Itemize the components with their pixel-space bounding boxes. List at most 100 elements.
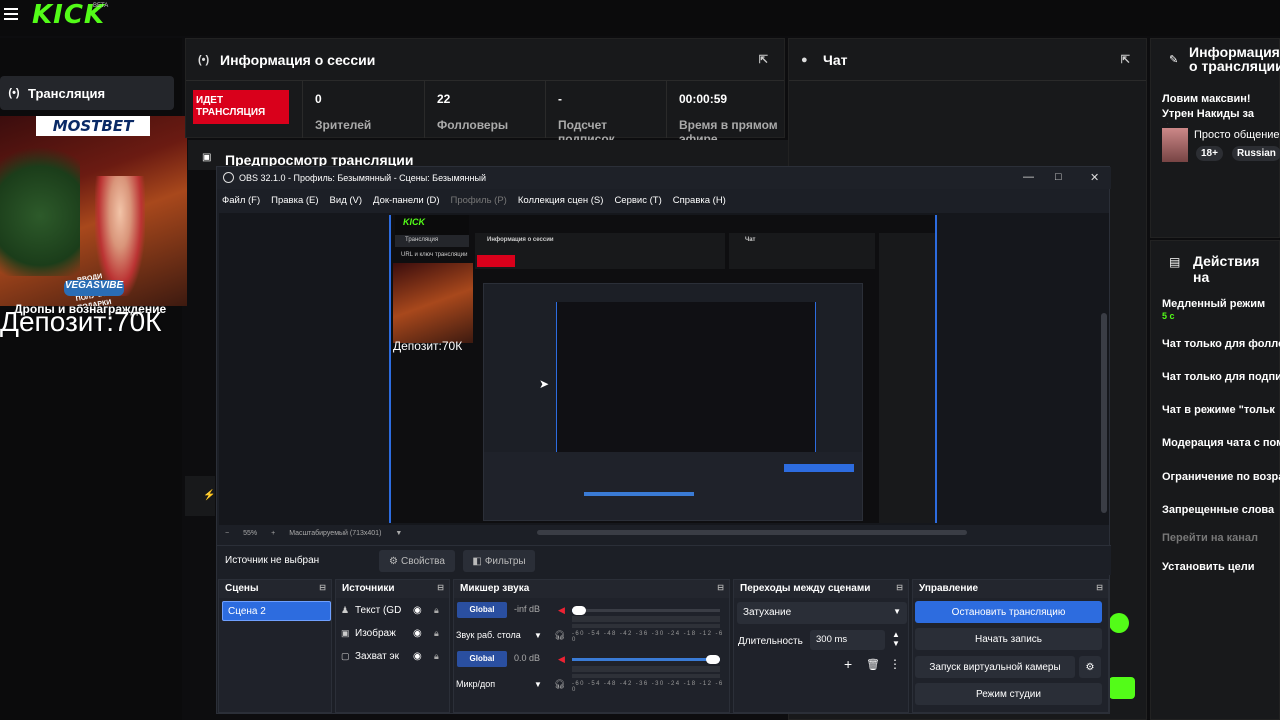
mute-icon[interactable]: ◀ bbox=[558, 605, 565, 616]
dock-title: Сцены bbox=[225, 583, 259, 594]
mod-action-go-to-channel[interactable]: Перейти на канал bbox=[1162, 532, 1258, 544]
lock-icon[interactable]: 🔒︎ bbox=[434, 651, 439, 662]
headphones-icon[interactable]: 🎧︎ bbox=[554, 630, 565, 641]
mod-action-age-limit[interactable]: Ограничение по возра bbox=[1162, 471, 1280, 483]
mod-action-value: 5 с bbox=[1162, 311, 1175, 321]
menu-tools[interactable]: Сервис (T) bbox=[614, 195, 661, 206]
stat-value: - bbox=[558, 92, 562, 106]
menu-docks[interactable]: Док-панели (D) bbox=[373, 195, 439, 206]
volume-slider[interactable] bbox=[572, 655, 720, 664]
source-item-text[interactable]: ♟ Текст (GD ◉ 🔒︎ bbox=[341, 605, 451, 616]
stat-value: 22 bbox=[437, 92, 451, 106]
visibility-eye-icon[interactable]: ◉ bbox=[413, 605, 422, 616]
pencil-icon[interactable]: ✎ bbox=[1169, 53, 1178, 66]
dock-menu-icon[interactable]: ⊟ bbox=[717, 583, 724, 592]
popout-icon[interactable]: ⇱ bbox=[759, 53, 768, 66]
volume-slider-knob[interactable] bbox=[706, 655, 720, 664]
visibility-eye-icon[interactable]: ◉ bbox=[413, 651, 422, 662]
chevron-down-icon: ▼ bbox=[893, 607, 901, 616]
zoom-in-button[interactable]: + bbox=[271, 530, 275, 537]
scene-item-selected[interactable]: Сцена 2 bbox=[222, 601, 331, 621]
image-icon: ▣ bbox=[341, 628, 350, 638]
send-button[interactable] bbox=[1109, 677, 1135, 699]
panel-title: Информация о сессии bbox=[220, 51, 376, 68]
volume-slider[interactable] bbox=[572, 606, 720, 615]
stop-streaming-button[interactable]: Остановить трансляцию bbox=[915, 601, 1102, 623]
duration-stepper[interactable]: ▲ ▼ bbox=[892, 630, 900, 648]
scenes-dock: Сцены ⊟ Сцена 2 bbox=[218, 579, 332, 713]
trash-icon[interactable]: 🗑︎ bbox=[866, 658, 880, 671]
maximize-icon[interactable]: □ bbox=[1055, 171, 1062, 183]
chevron-down-icon[interactable]: ▼ bbox=[534, 680, 542, 689]
volume-db: 0.0 dB bbox=[514, 653, 541, 663]
visibility-eye-icon[interactable]: ◉ bbox=[413, 628, 422, 639]
dock-menu-icon[interactable]: ⊟ bbox=[319, 583, 326, 592]
recursive-preview-image: KICK Трансляция URL и ключ трансляции Де… bbox=[389, 215, 937, 523]
dock-menu-icon[interactable]: ⊟ bbox=[437, 583, 444, 592]
live-status-badge: ИДЕТ ТРАНСЛЯЦИЯ bbox=[193, 90, 289, 124]
lock-icon[interactable]: 🔒︎ bbox=[434, 628, 439, 639]
close-icon[interactable]: ✕ bbox=[1090, 171, 1099, 184]
mod-action-banned-words[interactable]: Запрещенные слова bbox=[1162, 504, 1274, 516]
headphones-icon[interactable]: 🎧︎ bbox=[554, 679, 565, 690]
scale-mode[interactable]: Масштабируемый (713x401) bbox=[289, 530, 381, 537]
source-item-image[interactable]: ▣ Изображ ◉ 🔒︎ bbox=[341, 628, 451, 639]
horizontal-scrollbar[interactable] bbox=[537, 530, 967, 535]
filters-button[interactable]: ◧ Фильтры bbox=[463, 550, 535, 572]
studio-mode-button[interactable]: Режим студии bbox=[915, 683, 1102, 705]
transition-select[interactable]: Затухание ▼ bbox=[737, 602, 907, 624]
filters-label: Фильтры bbox=[484, 555, 526, 567]
global-badge[interactable]: Global bbox=[457, 602, 507, 618]
source-item-capture[interactable]: ▢ Захват эк ◉ 🔒︎ bbox=[341, 651, 451, 662]
menu-icon[interactable] bbox=[4, 8, 18, 10]
more-options-icon[interactable]: ⋮ bbox=[889, 657, 901, 671]
nested-overlay-text: Депозит:70К bbox=[393, 339, 463, 353]
zoom-out-button[interactable]: − bbox=[225, 530, 229, 537]
menu-profile[interactable]: Профиль (P) bbox=[451, 195, 507, 206]
menu-edit[interactable]: Правка (E) bbox=[271, 195, 318, 206]
global-badge[interactable]: Global bbox=[457, 651, 507, 667]
dock-menu-icon[interactable]: ⊟ bbox=[896, 583, 903, 592]
virtual-camera-button[interactable]: Запуск виртуальной камеры bbox=[915, 656, 1075, 678]
vertical-scrollbar[interactable] bbox=[1101, 313, 1107, 513]
dock-menu-icon[interactable]: ⊟ bbox=[1096, 583, 1103, 592]
mod-action-ai-moderation[interactable]: Модерация чата с пом bbox=[1162, 437, 1280, 449]
chevron-down-icon[interactable]: ▼ bbox=[534, 631, 542, 640]
nested-logo: KICK bbox=[403, 217, 425, 227]
dock-header: Сцены ⊟ bbox=[219, 580, 331, 598]
mod-action-emote-only[interactable]: Чат в режиме "тольк bbox=[1162, 404, 1275, 416]
add-transition-icon[interactable]: + bbox=[844, 656, 852, 672]
audio-meter bbox=[572, 666, 720, 672]
volume-slider-knob[interactable] bbox=[572, 606, 587, 615]
audio-meter bbox=[572, 674, 720, 678]
nested-live-badge bbox=[477, 255, 515, 267]
broadcast-icon: (•) bbox=[198, 53, 210, 66]
sidebar-item-broadcast[interactable]: (•) Трансляция bbox=[0, 76, 174, 110]
menu-file[interactable]: Файл (F) bbox=[222, 195, 260, 206]
mod-action-slow-mode[interactable]: Медленный режим bbox=[1162, 298, 1265, 310]
nested-sidebar-label: Трансляция bbox=[405, 237, 439, 243]
obs-window-title: OBS 32.1.0 - Профиль: Безымянный - Сцены… bbox=[239, 173, 486, 183]
menu-scene-collection[interactable]: Коллекция сцен (S) bbox=[518, 195, 604, 206]
mod-action-set-goals[interactable]: Установить цели bbox=[1162, 561, 1255, 573]
nested-chat-title: Чат bbox=[745, 237, 756, 243]
obs-preview-canvas[interactable]: KICK Трансляция URL и ключ трансляции Де… bbox=[219, 213, 1109, 525]
nested-right-panel bbox=[879, 233, 935, 523]
mod-action-followers-only[interactable]: Чат только для фолло bbox=[1162, 338, 1280, 350]
duration-input[interactable]: 300 ms bbox=[810, 630, 885, 650]
gear-icon[interactable]: ⚙ bbox=[1079, 656, 1101, 678]
promo-tag: VEGASVIBE bbox=[64, 280, 124, 296]
minimize-icon[interactable]: — bbox=[1023, 171, 1034, 183]
properties-button[interactable]: ⚙ Свойства bbox=[379, 550, 455, 572]
chevron-down-icon[interactable]: ▼ bbox=[395, 530, 402, 537]
mod-action-subs-only[interactable]: Чат только для подпис bbox=[1162, 371, 1280, 383]
start-recording-button[interactable]: Начать запись bbox=[915, 628, 1102, 650]
dock-title: Переходы между сценами bbox=[740, 583, 871, 594]
category-thumbnail bbox=[1162, 128, 1188, 162]
emoji-icon[interactable] bbox=[1109, 613, 1129, 633]
popout-icon[interactable]: ⇱ bbox=[1121, 53, 1130, 66]
lock-icon[interactable]: 🔒︎ bbox=[434, 605, 439, 616]
menu-help[interactable]: Справка (H) bbox=[673, 195, 726, 206]
mute-icon[interactable]: ◀ bbox=[558, 654, 565, 665]
menu-view[interactable]: Вид (V) bbox=[330, 195, 363, 206]
